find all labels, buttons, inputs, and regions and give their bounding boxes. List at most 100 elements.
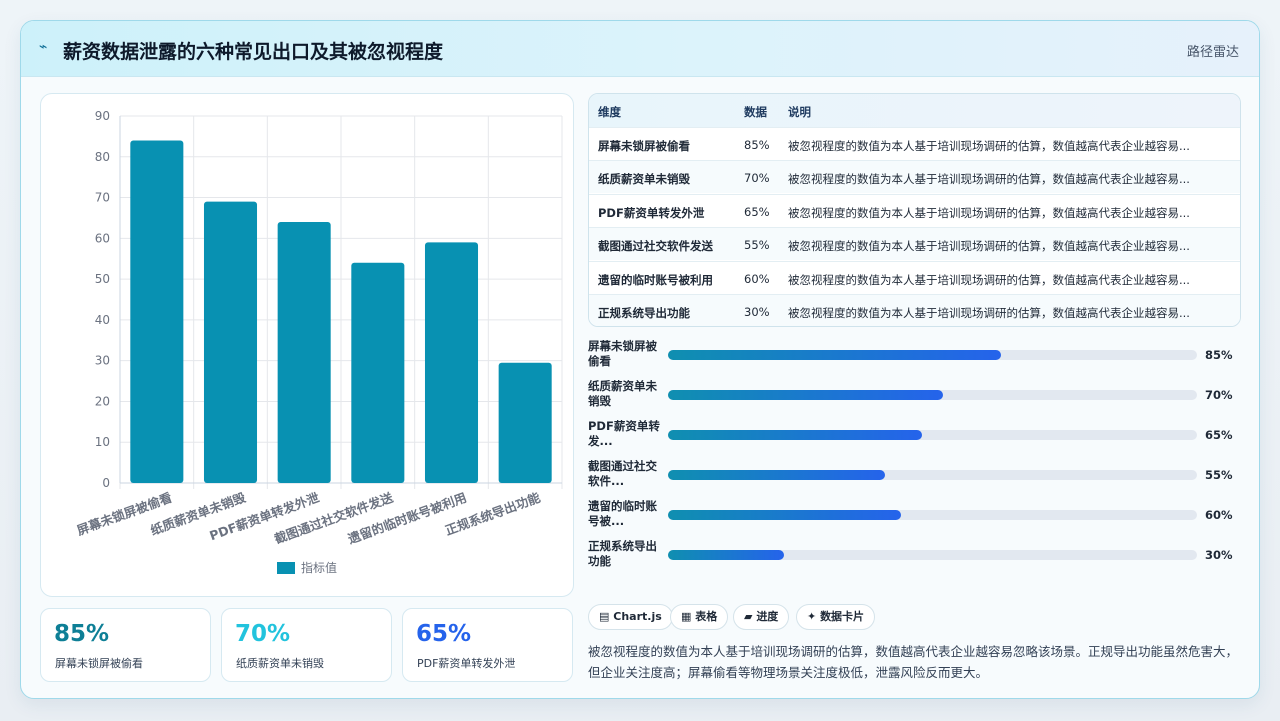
data-table: 维度 数据 说明 屏幕未锁屏被偷看 85% 被忽视程度的数值为本人基于培训现场调研的… bbox=[588, 93, 1241, 327]
cell-description: 被忽视程度的数值为本人基于培训现场调研的估算，数值越高代表企业越容易... bbox=[788, 172, 1190, 187]
cell-value: 60% bbox=[744, 271, 770, 286]
cell-dimension: 纸质薪资单未销毁 bbox=[598, 172, 690, 187]
stat-label: PDF薪资单转发外泄 bbox=[417, 657, 516, 670]
bar bbox=[498, 362, 552, 483]
cell-description: 被忽视程度的数值为本人基于培训现场调研的估算，数值越高代表企业越容易... bbox=[788, 139, 1190, 153]
cell-description: 被忽视程度的数值为本人基于培训现场调研的估算，数值越高代表企业越容易... bbox=[788, 306, 1190, 320]
chip-icon: ✦ bbox=[807, 610, 817, 623]
cell-dimension: PDF薪资单转发外泄 bbox=[598, 205, 705, 220]
y-tick-label: 30 bbox=[95, 354, 110, 368]
progress-value: 55% bbox=[1205, 468, 1233, 482]
chip-label: 数据卡片 bbox=[820, 610, 865, 623]
page-title: 薪资数据泄露的六种常见出口及其被忽视程度 bbox=[63, 41, 444, 63]
legend-swatch bbox=[277, 562, 295, 574]
stat-card: 65% PDF薪资单转发外泄 bbox=[402, 608, 573, 682]
table-header-dimension: 维度 bbox=[598, 105, 621, 119]
cell-description: 被忽视程度的数值为本人基于培训现场调研的估算，数值越高代表企业越容易... bbox=[788, 272, 1190, 287]
progress-label-line: 纸质薪资单未 bbox=[588, 379, 657, 393]
progress-label: 纸质薪资单未 销毁 bbox=[588, 379, 664, 409]
table-row: 屏幕未锁屏被偷看 85% 被忽视程度的数值为本人基于培训现场调研的估算，数值越高代表… bbox=[589, 127, 1240, 160]
progress-value: 65% bbox=[1205, 428, 1233, 442]
pulse-icon: ⌁ bbox=[39, 39, 48, 55]
chip-label: Chart.js bbox=[613, 610, 662, 623]
y-tick-label: 0 bbox=[102, 476, 110, 490]
cell-dimension: 屏幕未锁屏被偷看 bbox=[598, 139, 690, 153]
progress-label: 遗留的临时账 号被... bbox=[588, 499, 664, 529]
y-tick-label: 40 bbox=[95, 313, 110, 327]
bar bbox=[424, 242, 479, 483]
progress-fill bbox=[668, 430, 922, 440]
header-bar: ⌁ 薪资数据泄露的六种常见出口及其被忽视程度 路径雷达 bbox=[21, 21, 1259, 77]
chip-label: 进度 bbox=[756, 610, 779, 623]
cell-dimension: 遗留的临时账号被利用 bbox=[598, 272, 713, 287]
progress-value: 85% bbox=[1205, 348, 1233, 362]
progress-fill bbox=[668, 470, 885, 480]
table-row: 纸质薪资单未销毁 70% 被忽视程度的数值为本人基于培训现场调研的估算，数值越高代表… bbox=[589, 160, 1240, 194]
chip-icon: ▤ bbox=[599, 610, 610, 623]
progress-value: 70% bbox=[1205, 388, 1233, 402]
bar bbox=[351, 262, 405, 483]
table-row: 截图通过社交软件发送 55% 被忽视程度的数值为本人基于培训现场调研的估算，数值越高… bbox=[589, 227, 1240, 261]
progress-label-line: 遗留的临时账 bbox=[588, 499, 657, 513]
table-row: 正规系统导出功能 30% 被忽视程度的数值为本人基于培训现场调研的估算，数值越高代表… bbox=[589, 294, 1240, 326]
stat-card: 85% 屏幕未锁屏被偷看 bbox=[40, 608, 211, 682]
progress-label: 正规系统导出 功能 bbox=[588, 539, 664, 569]
progress-fill bbox=[668, 390, 944, 400]
progress-track bbox=[668, 470, 1197, 480]
table-row: PDF薪资单转发外泄 65% 被忽视程度的数值为本人基于培训现场调研的估算，数值越高… bbox=[589, 193, 1240, 227]
bar bbox=[277, 222, 331, 483]
chip-chart-js[interactable]: ▤ Chart.js bbox=[588, 604, 673, 630]
y-tick-label: 80 bbox=[95, 150, 110, 164]
legend-label: 指标值 bbox=[301, 560, 337, 575]
cell-value: 65% bbox=[744, 204, 770, 219]
chip-label: 表格 bbox=[695, 610, 718, 623]
progress-label-line: 功能 bbox=[588, 554, 611, 568]
progress-fill bbox=[668, 350, 1002, 360]
table-row: 遗留的临时账号被利用 60% 被忽视程度的数值为本人基于培训现场调研的估算，数值越高… bbox=[589, 260, 1240, 294]
brand-label: 路径雷达 bbox=[1186, 45, 1239, 60]
progress-track bbox=[668, 430, 1197, 440]
cell-value: 30% bbox=[744, 305, 770, 319]
stat-value: 65% bbox=[416, 621, 472, 647]
progress-fill bbox=[668, 550, 785, 560]
bar bbox=[130, 140, 184, 483]
bar-chart: 0102030405060708090屏幕未锁屏被偷看纸质薪资单未销毁PDF薪资… bbox=[74, 109, 563, 575]
stat-label: 纸质薪资单未销毁 bbox=[236, 657, 324, 670]
progress-label: 截图通过社交 软件... bbox=[588, 459, 664, 489]
progress-label: PDF薪资单转 发... bbox=[588, 419, 664, 449]
stat-value: 70% bbox=[235, 621, 291, 647]
progress-row: 正规系统导出 功能 30% bbox=[588, 539, 1248, 575]
chip--[interactable]: ✦ 数据卡片 bbox=[796, 604, 876, 630]
progress-row: PDF薪资单转 发... 65% bbox=[588, 419, 1248, 455]
chip--[interactable]: ▰ 进度 bbox=[733, 604, 790, 630]
cell-description: 被忽视程度的数值为本人基于培训现场调研的估算，数值越高代表企业越容易... bbox=[788, 239, 1190, 254]
progress-row: 遗留的临时账 号被... 60% bbox=[588, 499, 1248, 535]
progress-track bbox=[668, 550, 1197, 560]
progress-track bbox=[668, 390, 1197, 400]
cell-value: 55% bbox=[744, 238, 770, 253]
progress-label-line: 偷看 bbox=[588, 354, 611, 368]
cell-dimension: 截图通过社交软件发送 bbox=[598, 239, 713, 254]
progress-value: 60% bbox=[1205, 508, 1233, 522]
progress-label-line: 截图通过社交 bbox=[588, 459, 657, 473]
stat-label: 屏幕未锁屏被偷看 bbox=[55, 657, 143, 670]
bar-chart-panel: 0 10 20 30 40 50 60 70 80 90 屏幕未锁屏被偷看 纸质薪资单未销毁 PDF薪资… bbox=[40, 93, 574, 597]
progress-label-line: 号被... bbox=[588, 514, 625, 528]
progress-label-line: 正规系统导出 bbox=[588, 539, 657, 553]
progress-label-line: 屏幕未锁屏被 bbox=[588, 339, 657, 353]
y-tick-label: 60 bbox=[95, 231, 110, 245]
table-header-description: 说明 bbox=[788, 105, 811, 119]
chip-icon: ▦ bbox=[681, 610, 692, 623]
chip-icon: ▰ bbox=[744, 610, 753, 623]
progress-value: 30% bbox=[1205, 548, 1233, 562]
progress-label-line: 软件... bbox=[588, 474, 625, 488]
table-header-value: 数据 bbox=[744, 105, 767, 119]
cell-value: 70% bbox=[744, 171, 770, 186]
y-tick-label: 10 bbox=[95, 435, 110, 449]
progress-fill bbox=[668, 510, 901, 520]
cell-dimension: 正规系统导出功能 bbox=[598, 306, 690, 320]
chip--[interactable]: ▦ 表格 bbox=[670, 604, 729, 630]
y-tick-label: 50 bbox=[95, 272, 110, 286]
progress-label: 屏幕未锁屏被 偷看 bbox=[588, 339, 664, 369]
progress-row: 纸质薪资单未 销毁 70% bbox=[588, 379, 1248, 415]
